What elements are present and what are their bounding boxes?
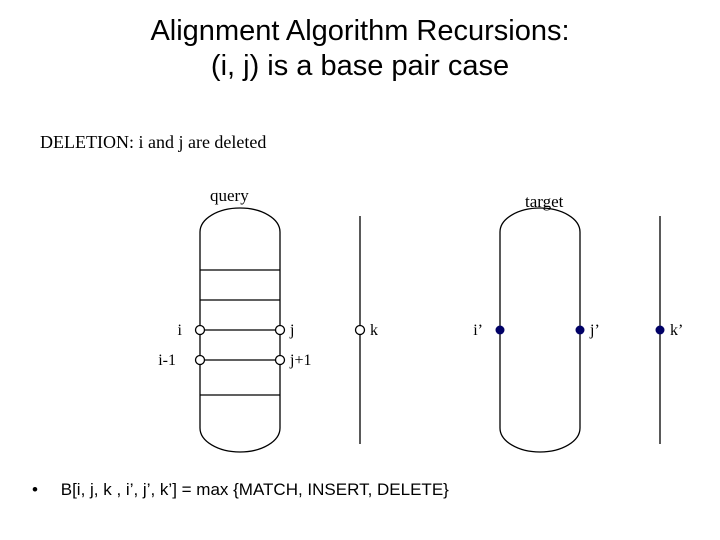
node-k-prime xyxy=(656,326,665,335)
label-i-prime: i’ xyxy=(473,322,483,339)
diagram-svg: i i-1 j j+1 k i’ j’ k’ xyxy=(0,200,720,460)
target-hairpin xyxy=(500,208,580,452)
node-i-prime xyxy=(496,326,505,335)
query-hairpin xyxy=(200,208,280,452)
label-j: j xyxy=(289,322,294,339)
node-i xyxy=(196,326,205,335)
label-k-prime: k’ xyxy=(670,322,683,339)
query-nodes xyxy=(196,326,285,365)
label-k: k xyxy=(370,322,378,339)
node-j-prime xyxy=(576,326,585,335)
recursion-bullet: • B[i, j, k , i’, j’, k’] = max {MATCH, … xyxy=(32,480,449,500)
label-i-minus-1: i-1 xyxy=(158,352,176,369)
node-i-minus-1 xyxy=(196,356,205,365)
label-i: i xyxy=(178,322,183,339)
bullet-text: B[i, j, k , i’, j’, k’] = max {MATCH, IN… xyxy=(61,480,449,499)
label-j-plus-1: j+1 xyxy=(289,352,311,369)
deletion-subhead: DELETION: i and j are deleted xyxy=(40,132,266,153)
label-j-prime: j’ xyxy=(589,322,600,339)
title-line-1: Alignment Algorithm Recursions: xyxy=(150,15,569,47)
node-j xyxy=(276,326,285,335)
slide: Alignment Algorithm Recursions: (i, j) i… xyxy=(0,0,720,540)
slide-title: Alignment Algorithm Recursions: (i, j) i… xyxy=(0,14,720,84)
node-k xyxy=(356,326,365,335)
node-j-plus-1 xyxy=(276,356,285,365)
title-line-2: (i, j) is a base pair case xyxy=(211,50,509,82)
bullet-icon: • xyxy=(32,480,56,500)
